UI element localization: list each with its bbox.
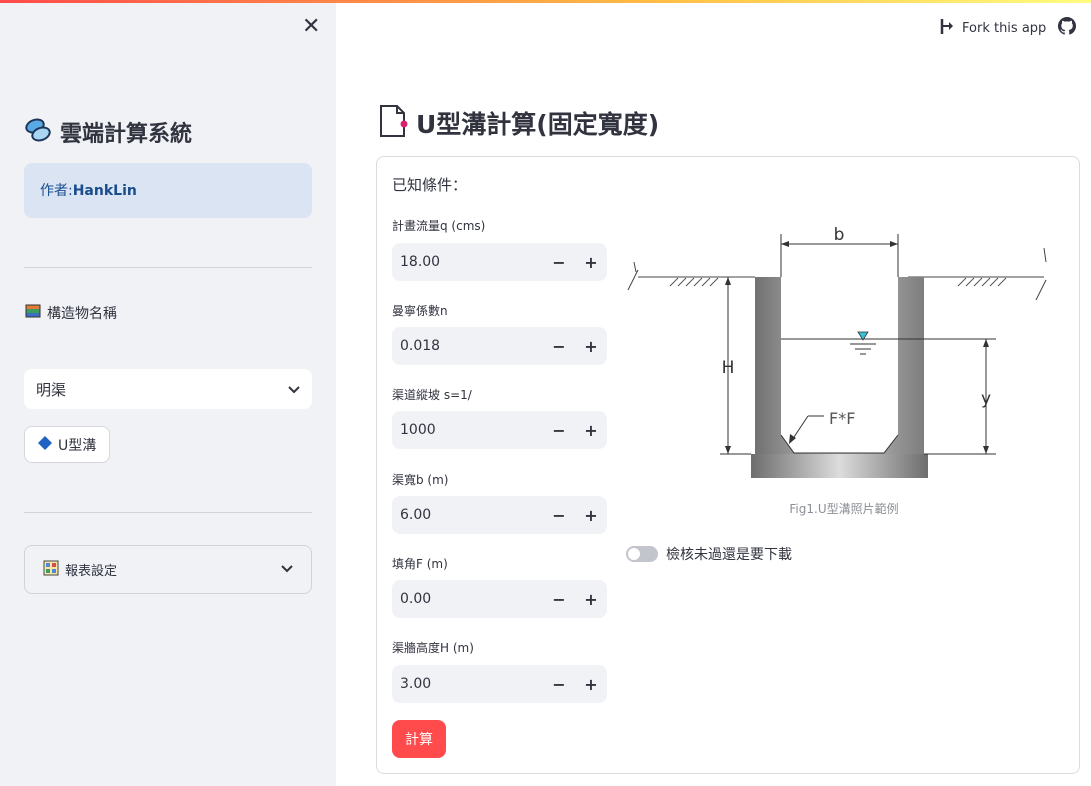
books-icon [25,303,41,323]
increment-button[interactable]: + [575,253,607,272]
toggle-label: 檢核未過還是要下載 [666,547,792,563]
report-settings-label: 報表設定 [65,564,118,579]
manning-n-input[interactable]: 0.018 − + [392,327,607,365]
structure-label: 構造物名稱 [25,303,117,323]
slope-label: 渠道縱坡 s=1/ [392,388,472,402]
chevron-down-icon [281,562,293,577]
increment-button[interactable]: + [575,421,607,440]
page-title: U型溝計算(固定寬度) [378,104,659,142]
sidebar-divider [24,512,312,513]
fillet-value[interactable]: 0.00 [392,591,543,607]
u-channel-diagram: b H y F*F [624,220,1064,494]
download-anyway-toggle[interactable]: 檢核未過還是要下載 [626,544,792,564]
page-title-text: U型溝計算(固定寬度) [416,110,660,139]
dim-b-label: b [834,225,845,245]
calendar-grid-icon [43,560,59,580]
fork-app-link[interactable]: Fork this app [938,17,1046,39]
app-title: 雲端計算系統 [24,116,192,148]
flow-rate-label: 計畫流量q (cms) [392,219,486,233]
github-icon[interactable] [1058,17,1076,39]
fork-label: Fork this app [962,20,1047,36]
increment-button[interactable]: + [575,675,607,694]
fork-icon [938,17,954,39]
manning-n-value[interactable]: 0.018 [392,338,543,354]
fillet-input[interactable]: 0.00 − + [392,580,607,618]
dim-h-label: H [722,358,735,378]
flow-rate-input[interactable]: 18.00 − + [392,243,607,281]
structure-label-text: 構造物名稱 [47,306,117,322]
decrement-button[interactable]: − [543,590,575,609]
calculate-button[interactable]: 計算 [392,720,446,758]
fillet-label: 填角F (m) [392,557,448,571]
author-info-box: 作者:HankLin [24,163,312,218]
structure-select[interactable]: 明渠 [24,369,312,409]
u-channel-button[interactable]: U型溝 [24,426,111,463]
dim-y-label: y [981,389,991,409]
manning-n-label: 曼寧係數n [392,304,448,318]
figure-caption: Fig1.U型溝照片範例 [789,502,899,516]
increment-button[interactable]: + [575,590,607,609]
decrement-button[interactable]: − [543,253,575,272]
slope-value[interactable]: 1000 [392,422,543,438]
cloud-logo-icon [24,117,52,147]
decrement-button[interactable]: − [543,421,575,440]
chevron-down-icon [288,380,300,398]
wall-height-input[interactable]: 3.00 − + [392,665,607,703]
wall-height-value[interactable]: 3.00 [392,676,543,692]
channel-width-value[interactable]: 6.00 [392,507,543,523]
close-sidebar-icon[interactable]: ✕ [302,16,320,38]
channel-width-label: 渠寬b (m) [392,473,449,487]
slope-input[interactable]: 1000 − + [392,411,607,449]
flow-rate-value[interactable]: 18.00 [392,254,543,270]
blue-diamond-icon [38,435,52,454]
report-settings-expander[interactable]: 報表設定 [24,545,312,594]
document-icon [378,104,408,142]
decrement-button[interactable]: − [543,675,575,694]
sidebar-divider [24,267,312,268]
known-conditions-heading: 已知條件： [392,176,468,194]
app-title-text: 雲端計算系統 [60,122,193,147]
decrement-button[interactable]: − [543,337,575,356]
wall-height-label: 渠牆高度H (m) [392,641,474,655]
fillet-callout-label: F*F [829,409,855,428]
decrement-button[interactable]: − [543,506,575,525]
author-prefix: 作者: [40,183,73,199]
increment-button[interactable]: + [575,337,607,356]
toggle-switch[interactable] [626,546,658,562]
u-channel-button-label: U型溝 [58,437,97,454]
structure-select-value: 明渠 [36,380,67,399]
increment-button[interactable]: + [575,506,607,525]
channel-width-input[interactable]: 6.00 − + [392,496,607,534]
author-name: HankLin [72,183,137,199]
